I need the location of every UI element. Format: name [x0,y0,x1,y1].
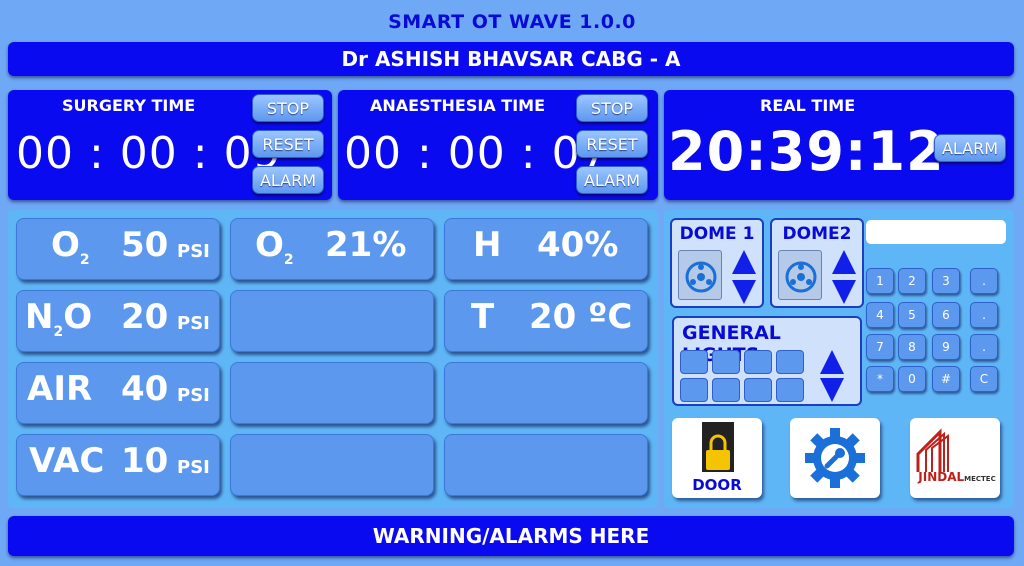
n2o-pressure-value: 20 [121,297,169,337]
tile-air-pressure: AIR 40 PSI [16,362,220,424]
key-clear[interactable]: C [970,366,998,392]
key-5[interactable]: 5 [898,302,926,328]
dome1-down-arrow-icon[interactable] [732,280,756,304]
control-panel: DOME 1 DOME2 GENERAL 1 2 3 . 4 5 6 . 7 8… [664,210,1014,508]
o2-pressure-value: 50 [121,225,169,265]
light-switch-4[interactable] [776,350,804,374]
door-lock-icon [702,422,734,472]
surgery-stop-button[interactable]: STOP [252,94,324,122]
air-name: AIR [27,369,93,409]
dome-light-icon[interactable] [678,250,722,300]
tile-n2o-pressure: N2O 20 PSI [16,290,220,352]
key-0[interactable]: 0 [898,366,926,392]
tile-o2-percent: O2 21% [230,218,434,280]
tile-empty-3 [230,434,434,496]
lights-up-arrow-icon[interactable] [820,350,844,374]
light-switch-1[interactable] [680,350,708,374]
key-7[interactable]: 7 [866,334,894,360]
general-lights-control: GENERAL LIGHTS [672,316,862,406]
surgery-time-value: 00 : 00 : 09 [16,128,282,179]
real-time-value: 20:39:12 [668,120,945,183]
light-switch-3[interactable] [744,350,772,374]
light-switch-6[interactable] [712,378,740,402]
gear-wrench-icon [805,428,865,488]
tile-temperature: T 20 ºC [444,290,648,352]
key-dot-3[interactable]: . [970,334,998,360]
key-2[interactable]: 2 [898,268,926,294]
key-dot-2[interactable]: . [970,302,998,328]
o2-percent-value: 21% [325,225,407,265]
anaesthesia-stop-button[interactable]: STOP [576,94,648,122]
surgeon-bar: Dr ASHISH BHAVSAR CABG - A [8,42,1014,76]
dome1-control: DOME 1 [670,218,764,308]
o2-pressure-unit: PSI [177,241,210,262]
key-1[interactable]: 1 [866,268,894,294]
key-4[interactable]: 4 [866,302,894,328]
tile-empty-5 [444,434,648,496]
dome2-label: DOME2 [782,224,852,244]
light-switch-2[interactable] [712,350,740,374]
temperature-value: 20 ºC [529,297,633,337]
lights-down-arrow-icon[interactable] [820,378,844,402]
air-pressure-unit: PSI [177,385,210,406]
key-8[interactable]: 8 [898,334,926,360]
anaesthesia-alarm-button[interactable]: ALARM [576,166,648,194]
dome-light-icon[interactable] [778,250,822,300]
settings-button[interactable] [790,418,880,498]
warning-bar: WARNING/ALARMS HERE [8,516,1014,556]
surgery-time-label: SURGERY TIME [62,96,196,115]
light-switch-8[interactable] [776,378,804,402]
surgery-time-panel: SURGERY TIME 00 : 00 : 09 STOP RESET ALA… [8,90,332,200]
tile-empty-4 [444,362,648,424]
real-time-label: REAL TIME [760,96,856,115]
key-dot-1[interactable]: . [970,268,998,294]
o2-name: O2 [51,225,90,268]
keypad-display[interactable] [866,220,1006,244]
vac-name: VAC [29,441,105,481]
real-time-panel: REAL TIME 20:39:12 ALARM [664,90,1014,200]
surgery-reset-button[interactable]: RESET [252,130,324,158]
light-switch-5[interactable] [680,378,708,402]
tile-humidity: H 40% [444,218,648,280]
logo-brand-text: JINDALMECTEC [918,470,996,484]
dome2-down-arrow-icon[interactable] [832,280,856,304]
key-star[interactable]: * [866,366,894,392]
o2-percent-name: O2 [255,225,294,268]
key-9[interactable]: 9 [932,334,960,360]
anaesthesia-reset-button[interactable]: RESET [576,130,648,158]
humidity-value: 40% [537,225,619,265]
air-pressure-value: 40 [121,369,169,409]
anaesthesia-time-label: ANAESTHESIA TIME [370,96,545,115]
temperature-name: T [471,297,495,337]
tile-vac-pressure: VAC 10 PSI [16,434,220,496]
tile-empty-2 [230,362,434,424]
anaesthesia-time-value: 00 : 00 : 07 [344,128,610,179]
dome1-up-arrow-icon[interactable] [732,250,756,274]
surgery-alarm-button[interactable]: ALARM [252,166,324,194]
dome1-label: DOME 1 [679,224,755,244]
key-6[interactable]: 6 [932,302,960,328]
vac-pressure-unit: PSI [177,457,210,478]
door-button[interactable]: DOOR [672,418,762,498]
jindal-logo-icon [916,428,949,472]
anaesthesia-time-panel: ANAESTHESIA TIME 00 : 00 : 07 STOP RESET… [338,90,658,200]
app-title: SMART OT WAVE 1.0.0 [388,11,636,33]
brand-logo: JINDALMECTEC [910,418,1000,498]
light-switch-7[interactable] [744,378,772,402]
door-label: DOOR [692,476,742,494]
tile-empty-1 [230,290,434,352]
tile-o2-pressure: O2 50 PSI [16,218,220,280]
real-time-alarm-button[interactable]: ALARM [934,134,1006,162]
dome2-up-arrow-icon[interactable] [832,250,856,274]
dome2-control: DOME2 [770,218,864,308]
n2o-name: N2O [25,297,93,340]
key-hash[interactable]: # [932,366,960,392]
vac-pressure-value: 10 [121,441,169,481]
key-3[interactable]: 3 [932,268,960,294]
gas-panel: O2 50 PSI N2O 20 PSI AIR 40 PSI VAC 10 P… [8,210,658,508]
humidity-name: H [473,225,502,265]
n2o-pressure-unit: PSI [177,313,210,334]
